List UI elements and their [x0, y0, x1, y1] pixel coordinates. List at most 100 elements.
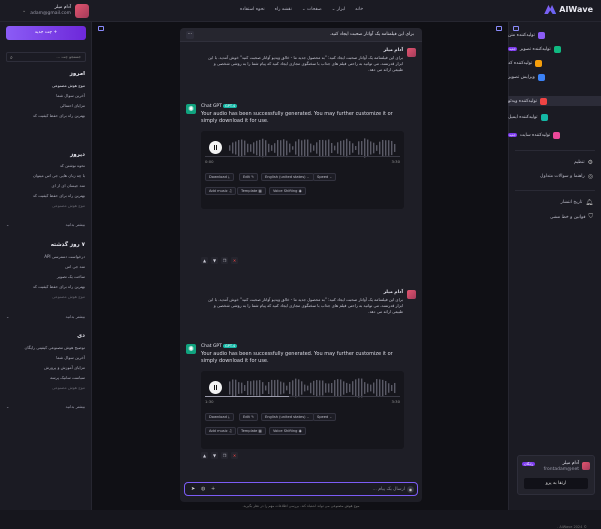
- model-badge: GPT-4: [223, 344, 238, 348]
- download-button[interactable]: Download ⤓: [205, 173, 234, 181]
- list-item[interactable]: موج هوش مصنوعی: [3, 294, 85, 299]
- delete-icon[interactable]: ✕: [231, 257, 238, 264]
- tool-image-generator[interactable]: تولیدکننده تصویر جدید: [508, 44, 601, 54]
- tool-text-generator[interactable]: تولیدکننده متن: [508, 30, 601, 40]
- message-author: Chat GPT: [201, 344, 222, 349]
- download-button[interactable]: Download ⤓: [205, 413, 234, 421]
- list-item[interactable]: توضیح هوش مصنوعی کیفیتی رایگان: [3, 345, 85, 350]
- delete-icon[interactable]: ✕: [231, 452, 238, 459]
- view-more-toggle[interactable]: بیشتر بدانید ⌄: [6, 222, 85, 227]
- message-author: آدام میلر: [383, 290, 403, 295]
- group-title: دی: [77, 333, 85, 339]
- template-button[interactable]: Template ▦: [237, 187, 266, 195]
- list-item[interactable]: آخرین سوال شما: [3, 355, 85, 360]
- edit-button[interactable]: Edit ✎: [239, 173, 259, 181]
- terms-link[interactable]: ⛉ قوانین و خط مشی: [550, 213, 593, 221]
- sidebar-toggle-icon[interactable]: [98, 26, 104, 31]
- logo-mark: [544, 5, 557, 14]
- voice-icon[interactable]: ◍: [201, 486, 205, 492]
- thumbs-up-icon[interactable]: ▲: [201, 452, 208, 459]
- list-item[interactable]: آخرین سوال شما: [3, 93, 85, 98]
- help-link[interactable]: ◎ راهنما و سوالات متداول: [540, 173, 593, 180]
- nav-roadmap[interactable]: نقشه راه: [275, 7, 292, 12]
- add-music-button[interactable]: Add music ♫: [205, 187, 237, 195]
- nav-home[interactable]: خانه: [355, 7, 363, 12]
- list-item[interactable]: درخواست دسترسی API: [3, 254, 85, 259]
- list-item[interactable]: موج هوش مصنوعی: [3, 385, 85, 390]
- tool-video-generator[interactable]: تولیدکننده ویدئو: [508, 96, 601, 106]
- pause-button[interactable]: [209, 141, 222, 154]
- list-item[interactable]: مزایای احتمالی: [3, 103, 85, 108]
- speed-select[interactable]: Speed⌄: [313, 173, 337, 181]
- message-composer[interactable]: ارسال یک پیام ... ◉ ➤ ◍ +: [184, 482, 418, 496]
- search-input[interactable]: جستجو چت ... ⌕: [6, 52, 86, 62]
- logo[interactable]: AIWave: [544, 5, 593, 14]
- copy-icon[interactable]: ❐: [221, 452, 228, 459]
- bot-message: ✺ Chat GPT GPT-4 Your audio has been suc…: [186, 104, 408, 254]
- progress-bar[interactable]: [205, 156, 400, 157]
- add-music-button[interactable]: Add music ♫: [205, 427, 237, 435]
- plus-icon[interactable]: +: [211, 486, 215, 492]
- list-item[interactable]: متد جیسان ای از ای: [3, 183, 85, 188]
- tool-code-generator[interactable]: تولیدکننده کد: [508, 58, 601, 68]
- edit-button[interactable]: Edit ✎: [239, 413, 259, 421]
- voice-shifting-button[interactable]: Voice Shifting ◉: [269, 187, 306, 195]
- sidebar-toggle-icon[interactable]: [496, 26, 502, 31]
- speed-select[interactable]: Speed⌄: [313, 413, 337, 421]
- send-icon[interactable]: ➤: [191, 486, 195, 492]
- new-badge: جدید: [508, 133, 517, 137]
- language-select[interactable]: English (united states)⌄: [261, 173, 314, 181]
- nav-how-to-use[interactable]: نحوه استفاده: [240, 7, 265, 12]
- chevron-down-icon: ⌄: [6, 314, 10, 319]
- message-author: Chat GPT: [201, 104, 222, 109]
- tool-image-editor[interactable]: ویرایش تصویر: [508, 72, 601, 82]
- message-text: Your audio has been successfully generat…: [201, 111, 393, 124]
- view-more-toggle[interactable]: بیشتر بدانید ⌄: [6, 314, 85, 319]
- copy-icon[interactable]: ❐: [221, 257, 228, 264]
- video-icon: [540, 97, 548, 105]
- list-item[interactable]: بهترین راه برای حفظ کیفیت کد: [3, 284, 85, 289]
- message-text: Your audio has been successfully generat…: [201, 351, 393, 364]
- list-item[interactable]: ساخت یک تصویر: [3, 274, 85, 279]
- thumbs-down-icon[interactable]: ▼: [211, 452, 218, 459]
- tool-email-generator[interactable]: تولیدکننده ایمیل: [508, 112, 601, 122]
- view-more-toggle[interactable]: بیشتر بدانید ⌄: [6, 404, 85, 409]
- new-chat-button[interactable]: + چت جدید: [6, 26, 86, 40]
- audio-player: 0:00 3:30 Download ⤓ Edit ✎ English (uni…: [201, 131, 404, 209]
- logo-text: AIWave: [559, 5, 593, 14]
- more-options-icon[interactable]: ⋯: [186, 31, 194, 39]
- top-bar: AIWave خانه ابزار ⌄ صفحات ⌄ نقشه راه نحو…: [0, 0, 601, 22]
- user-menu[interactable]: ⌄ آدام میلر adam@gmail.com: [22, 4, 89, 18]
- microphone-icon[interactable]: ◉: [407, 486, 414, 493]
- list-item[interactable]: بهترین راه برای حفظ کیفیت کد: [3, 193, 85, 198]
- list-item[interactable]: مزایای آموزش و پرورش: [3, 365, 85, 370]
- voice-shifting-button[interactable]: Voice Shifting ◉: [269, 427, 306, 435]
- list-item[interactable]: با چه زبان هایی جی اس میتوان: [3, 173, 85, 178]
- new-badge: جدید: [508, 47, 517, 51]
- list-item[interactable]: سیاست سانیک پرسه: [3, 375, 85, 380]
- list-item[interactable]: موج هوش مصنوعی: [3, 203, 85, 208]
- settings-link[interactable]: ⚙ تنظیم: [574, 159, 593, 166]
- code-icon: [535, 59, 543, 67]
- pause-button[interactable]: [209, 381, 222, 394]
- list-item[interactable]: متد جی اس: [3, 264, 85, 269]
- list-item[interactable]: بهترین راه برای حفظ کیفیت کد: [3, 113, 85, 118]
- chatgpt-icon: ✺: [186, 104, 196, 114]
- template-button[interactable]: Template ▦: [237, 427, 266, 435]
- progress-bar[interactable]: [205, 396, 400, 397]
- language-select[interactable]: English (united states)⌄: [261, 413, 314, 421]
- nav-pages[interactable]: صفحات ⌄: [302, 7, 322, 12]
- changelog-link[interactable]: 🔔︎ تاریخ انتشار: [561, 199, 593, 206]
- tool-website-generator[interactable]: تولیدکننده سایت جدید: [508, 130, 601, 140]
- chevron-down-icon: ⌄: [306, 415, 310, 419]
- chevron-down-icon: ⌄: [6, 222, 10, 227]
- message-input[interactable]: ارسال یک پیام ...: [373, 487, 405, 492]
- thumbs-down-icon[interactable]: ▼: [211, 257, 218, 264]
- list-item[interactable]: نحوه نوشتن کد: [3, 163, 85, 168]
- chevron-down-icon: ⌄: [306, 175, 310, 179]
- list-item[interactable]: موج هوش مصنوعی: [3, 83, 85, 88]
- upgrade-button[interactable]: ارتقا به پرو: [524, 478, 588, 489]
- nav-tools[interactable]: ابزار ⌄: [332, 7, 346, 12]
- website-icon: [553, 131, 561, 139]
- thumbs-up-icon[interactable]: ▲: [201, 257, 208, 264]
